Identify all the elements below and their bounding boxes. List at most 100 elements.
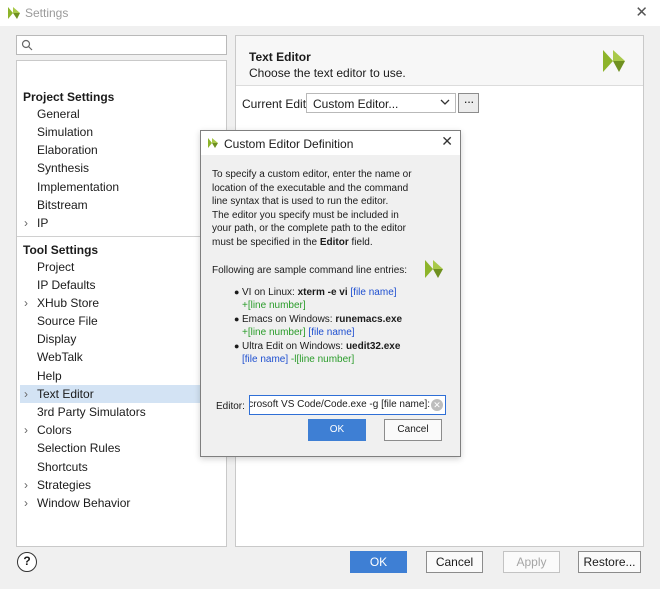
tree-item-label: IP Defaults [37,278,96,292]
sample-os: VI on Linux: [242,287,298,298]
sample-entry: ● Ultra Edit on Windows: uedit32.exe [fi… [234,340,412,367]
cancel-button[interactable]: Cancel [426,551,483,573]
chevron-right-icon[interactable]: › [24,476,28,494]
tree-item-display[interactable]: Display [20,330,223,348]
tree-item-bitstream[interactable]: Bitstream [20,196,223,214]
editor-label: Editor: [216,401,245,412]
dialog-instructions: To specify a custom editor, enter the na… [212,168,412,250]
bullet-icon: ● [234,341,240,351]
sample-os: Ultra Edit on Windows: [242,341,346,352]
clear-field-icon[interactable]: ✕ [431,399,443,411]
tree-item-label: Help [37,369,62,383]
tree-item-simulation[interactable]: Simulation [20,123,223,141]
browse-editor-button[interactable]: ··· [458,93,479,113]
editor-command-field[interactable]: 'Microsoft VS Code/Code.exe -g [file nam… [249,395,446,415]
search-icon [21,39,33,51]
project-settings-header: Project Settings [23,90,115,104]
dialog-ok-button[interactable]: OK [308,419,366,441]
tree-item-label: 3rd Party Simulators [37,405,146,419]
tree-item-project[interactable]: Project [20,258,223,276]
sample-command: uedit32.exe [345,341,401,352]
dialog-cancel-button[interactable]: Cancel [384,419,442,441]
custom-editor-dialog: Custom Editor Definition ✕ To specify a … [200,130,461,457]
editor-command-value: 'Microsoft VS Code/Code.exe -g [file nam… [249,399,430,410]
tree-item-label: Selection Rules [37,441,121,455]
tree-item-strategies[interactable]: › Strategies [20,476,223,494]
dialog-title: Custom Editor Definition [224,137,354,151]
footer-bar: ? OK Cancel Apply Restore... [0,548,660,589]
tree-item-label: Colors [37,423,72,437]
vivado-logo-icon [208,138,218,148]
tree-item-webtalk[interactable]: WebTalk [20,348,223,366]
sample-file-arg: [file name] [305,327,355,339]
vivado-logo-icon [425,260,443,278]
tree-item-implementation[interactable]: Implementation [20,178,223,196]
tree-item-selection-rules[interactable]: Selection Rules [20,439,223,457]
tree-item-window-behavior[interactable]: › Window Behavior [20,494,223,512]
section-divider [17,236,226,237]
tree-item-label: Simulation [37,125,94,139]
tree-item-label: Elaboration [37,143,98,157]
chevron-right-icon[interactable]: › [24,214,28,232]
tree-item-label: Source File [37,314,98,328]
current-editor-value: Custom Editor... [313,97,399,111]
tree-item-synthesis[interactable]: Synthesis [20,159,223,177]
tree-item-label: Display [37,332,77,346]
bullet-icon: ● [234,287,240,297]
sample-entry: ● Emacs on Windows: runemacs.exe +[line … [234,313,412,340]
ok-button[interactable]: OK [350,551,407,573]
tree-item-label: Bitstream [37,198,88,212]
instructions-text: field. [348,236,373,248]
sample-line-arg: +[line number] [242,300,306,312]
window-title: Settings [25,6,69,20]
tree-item-label: XHub Store [37,296,100,310]
tree-item-label: Project [37,260,75,274]
dialog-close-button[interactable]: ✕ [441,133,453,150]
tree-item-general[interactable]: General [20,105,223,123]
vivado-logo-icon [603,50,625,72]
tree-item-xhub-store[interactable]: › XHub Store [20,294,223,312]
chevron-right-icon[interactable]: › [24,294,28,312]
tree-item-ip[interactable]: › IP [20,214,223,232]
tree-item-label: Implementation [37,180,120,194]
tool-settings-header: Tool Settings [23,243,99,257]
help-button[interactable]: ? [17,552,37,572]
chevron-right-icon[interactable]: › [24,421,28,439]
tree-item-label: Window Behavior [37,496,131,510]
tree-item-source-file[interactable]: Source File [20,312,223,330]
tree-item-label: General [37,107,80,121]
tree-item-label: Shortcuts [37,460,88,474]
restore-button[interactable]: Restore... [578,551,641,573]
apply-button[interactable]: Apply [503,551,560,573]
chevron-right-icon[interactable]: › [24,494,28,512]
tree-item-label: Synthesis [37,161,90,175]
tree-item-colors[interactable]: › Colors [20,421,223,439]
sample-line-arg: +[line number] [242,327,306,339]
panel-title: Text Editor [249,50,311,64]
tree-item-label: IP [37,216,49,230]
tree-item-label: Text Editor [37,387,94,401]
sample-file-arg: [file name] [242,354,289,366]
samples-header: Following are sample command line entrie… [212,265,408,276]
bullet-icon: ● [234,314,240,324]
editor-field-reference: Editor [319,236,349,248]
tree-item-text-editor[interactable]: › Text Editor [20,385,223,403]
settings-tree: Project Settings General Simulation Elab… [16,60,227,547]
tree-item-elaboration[interactable]: Elaboration [20,141,223,159]
sample-entry: ● VI on Linux: xterm -e vi [file name] +… [234,286,412,313]
instructions-paragraph-1: To specify a custom editor, enter the na… [212,169,412,208]
left-panel: Project Settings General Simulation Elab… [16,35,227,547]
search-box[interactable] [16,35,227,55]
tree-item-help[interactable]: Help [20,367,223,385]
sample-command: runemacs.exe [335,314,403,325]
chevron-right-icon[interactable]: › [24,385,28,403]
panel-subtitle: Choose the text editor to use. [249,66,406,80]
sample-os: Emacs on Windows: [242,314,336,325]
tree-item-label: WebTalk [37,350,83,364]
tree-item-shortcuts[interactable]: Shortcuts [20,458,223,476]
dialog-body: To specify a custom editor, enter the na… [201,155,460,456]
window-close-button[interactable]: ✕ [635,3,648,21]
current-editor-dropdown[interactable]: Custom Editor... [306,93,456,113]
tree-item-ip-defaults[interactable]: IP Defaults [20,276,223,294]
tree-item-3rd-party-simulators[interactable]: 3rd Party Simulators [20,403,223,421]
